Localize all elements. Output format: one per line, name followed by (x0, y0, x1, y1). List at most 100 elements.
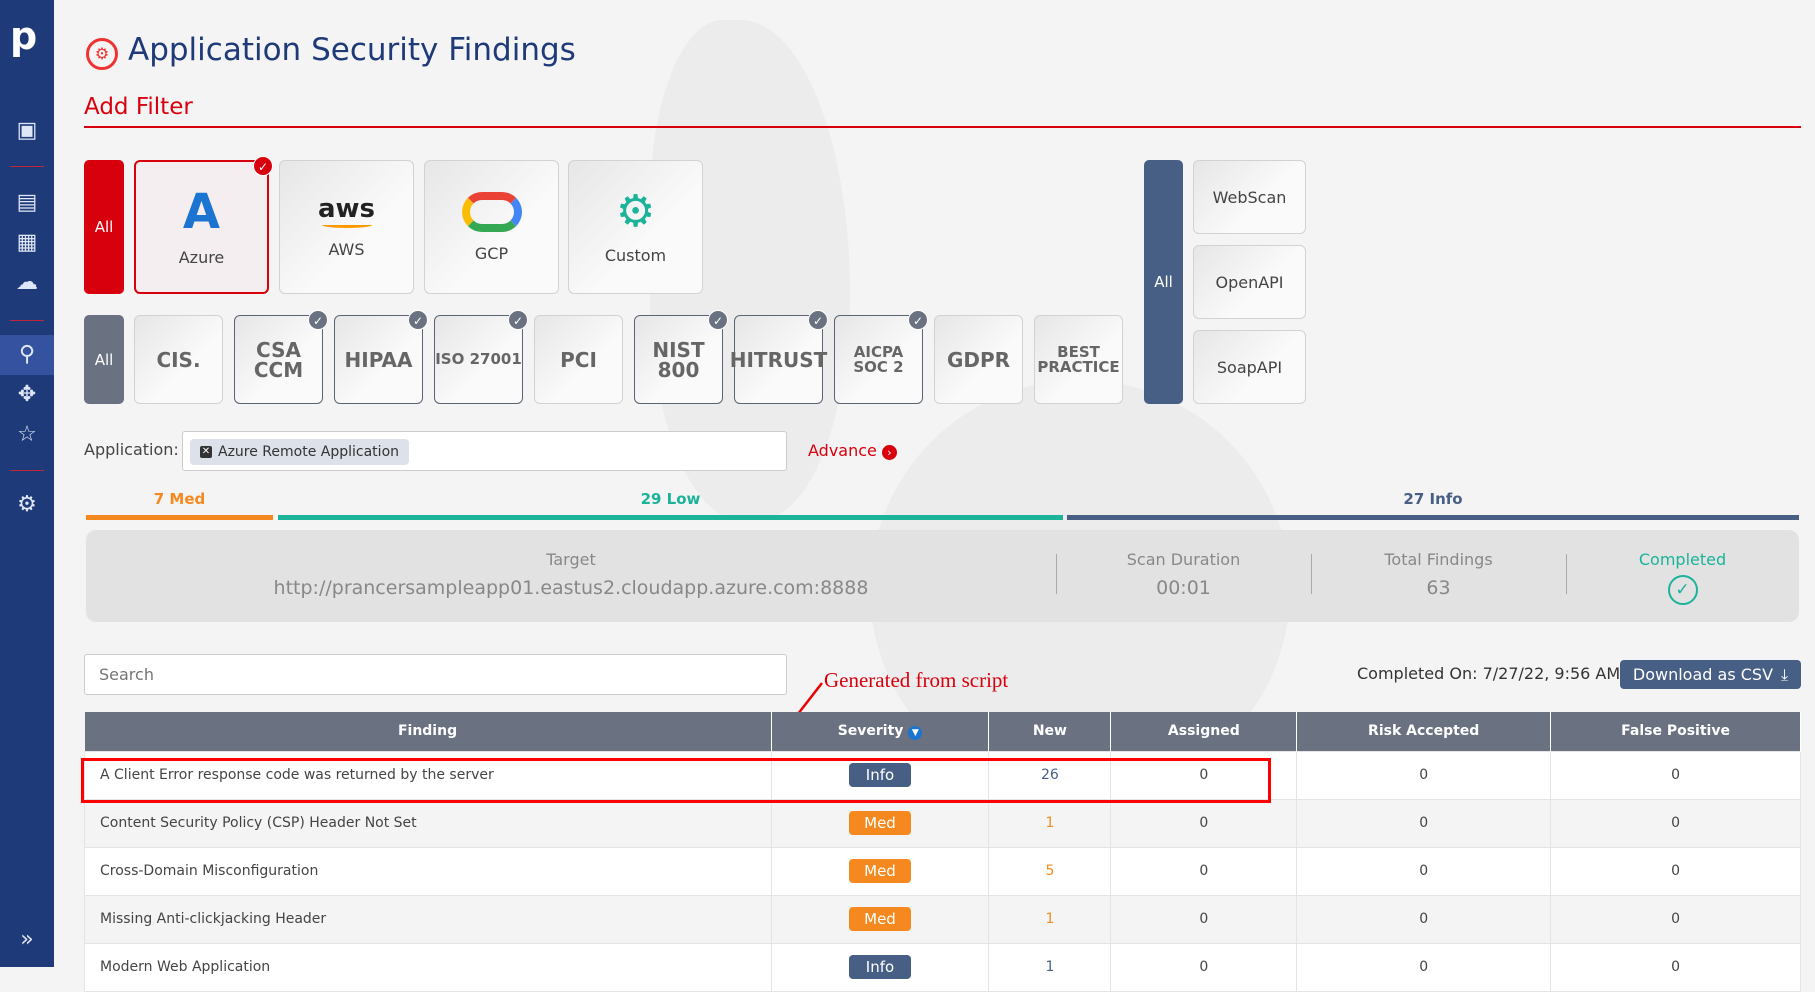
col-severity[interactable]: Severity ▼ (771, 712, 990, 751)
status-section: Completed ✓ (1566, 550, 1799, 605)
new-cell: 1 (988, 798, 1112, 848)
advance-link[interactable]: Advance › (808, 441, 897, 460)
total-findings-section: Total Findings 63 (1384, 550, 1493, 599)
chevron-right-icon: › (881, 445, 897, 460)
cloud-search-icon[interactable]: ☁ (12, 268, 42, 298)
cloud-aws-card[interactable]: aws AWS (279, 160, 414, 294)
target-url: http://prancersampleapp01.eastus2.clouda… (273, 577, 869, 599)
application-chip[interactable]: ✕ Azure Remote Application (190, 439, 410, 465)
col-assigned[interactable]: Assigned (1110, 712, 1298, 751)
remove-chip-icon[interactable]: ✕ (200, 446, 212, 458)
scan-type-all-button[interactable]: All (1144, 160, 1183, 404)
cloud-all-button[interactable]: All (84, 160, 124, 294)
new-cell: 1 (988, 942, 1112, 992)
duration-section: Scan Duration 00:01 (1126, 550, 1241, 599)
compliance-card[interactable]: ISO 27001 ✓ (434, 310, 528, 404)
scan-summary-panel: Target http://prancersampleapp01.eastus2.… (86, 530, 1799, 622)
scan-webscan-button[interactable]: WebScan (1193, 160, 1306, 234)
false-positive-cell: 0 (1550, 750, 1801, 800)
compliance-card[interactable]: HIPAA ✓ (334, 310, 428, 404)
risk-accepted-cell: 0 (1296, 894, 1552, 944)
assigned-cell: 0 (1110, 798, 1298, 848)
search-input[interactable] (84, 654, 787, 695)
finding-cell[interactable]: Missing Anti-clickjacking Header (84, 894, 772, 944)
col-new[interactable]: New (988, 712, 1112, 751)
false-positive-cell: 0 (1550, 846, 1801, 896)
compliance-card[interactable]: AICPA SOC 2 ✓ (834, 310, 928, 404)
add-filter-heading: Add Filter (84, 94, 193, 120)
compliance-all-button[interactable]: All (84, 315, 124, 404)
download-csv-button[interactable]: Download as CSV ⤓ (1620, 660, 1801, 689)
table-row[interactable]: Modern Web Application Info 1 0 0 0 (84, 942, 1801, 992)
monitor-dashboard-icon[interactable]: ▣ (12, 116, 42, 146)
cloud-azure-card[interactable]: A Azure ✓ (134, 156, 273, 294)
assigned-cell: 0 (1110, 942, 1298, 992)
compliance-card[interactable]: CSA CCM ✓ (234, 310, 328, 404)
compliance-logo: NIST 800 (652, 337, 705, 382)
compliance-logo: CSA CCM (253, 337, 304, 382)
compliance-logo: CIS. (156, 347, 201, 372)
cloud-custom-card[interactable]: ⚙ Custom (568, 160, 703, 294)
check-icon: ✓ (408, 310, 428, 330)
table-row[interactable]: Missing Anti-clickjacking Header Med 1 0… (84, 894, 1801, 944)
check-icon: ✓ (308, 310, 328, 330)
compliance-card[interactable]: HITRUST ✓ (730, 310, 828, 404)
new-cell: 1 (988, 894, 1112, 944)
card-label: Azure (178, 247, 225, 267)
risk-accepted-cell: 0 (1296, 942, 1552, 992)
severity-low-bar (278, 515, 1063, 520)
check-icon: ✓ (253, 156, 273, 176)
compliance-card[interactable]: BEST PRACTICE (1034, 315, 1123, 404)
compliance-card[interactable]: GDPR (934, 315, 1023, 404)
aws-logo-icon: aws (317, 193, 376, 224)
compliance-card[interactable]: CIS. (134, 315, 223, 404)
cloud-gcp-card[interactable]: GCP (424, 160, 559, 294)
severity-info-count: 27 Info (1403, 490, 1463, 508)
advance-label: Advance (808, 441, 877, 460)
annotation-text: Generated from script (824, 668, 1009, 692)
users-gear-icon[interactable]: ⚙ (12, 490, 42, 520)
expand-icon[interactable]: » (12, 925, 42, 955)
finding-cell[interactable]: Modern Web Application (84, 942, 772, 992)
finding-cell[interactable]: Cross-Domain Misconfiguration (84, 846, 772, 896)
check-icon: ✓ (508, 310, 528, 330)
page-title: Application Security Findings (128, 32, 576, 68)
scan-soapapi-button[interactable]: SoapAPI (1193, 330, 1306, 404)
security-search-icon[interactable]: ⚲ (12, 340, 42, 370)
compliance-logo: GDPR (946, 347, 1011, 372)
false-positive-cell: 0 (1550, 894, 1801, 944)
table-row[interactable]: Content Security Policy (CSP) Header Not… (84, 798, 1801, 848)
new-cell: 5 (988, 846, 1112, 896)
compliance-logo: BEST PRACTICE (1037, 342, 1120, 376)
compliance-card[interactable]: PCI (534, 315, 623, 404)
sort-chevron-icon: ▼ (908, 725, 923, 740)
finding-cell[interactable]: Content Security Policy (CSP) Header Not… (84, 798, 772, 848)
check-circle-icon: ✓ (1667, 575, 1698, 605)
star-grid-icon[interactable]: ☆ (12, 420, 42, 450)
check-icon: ✓ (708, 310, 728, 330)
logo: p (10, 14, 38, 58)
application-input[interactable]: ✕ Azure Remote Application (182, 431, 787, 471)
custom-gear-icon: ⚙ (615, 185, 656, 237)
severity-cell: Med (770, 894, 990, 944)
compliance-logo: ISO 27001 (435, 350, 522, 368)
compliance-logo: PCI (560, 347, 597, 372)
table-row[interactable]: Cross-Domain Misconfiguration Med 5 0 0 … (84, 846, 1801, 896)
chip-label: Azure Remote Application (218, 444, 400, 460)
scan-openapi-button[interactable]: OpenAPI (1193, 245, 1306, 319)
report-icon[interactable]: ▤ (12, 188, 42, 218)
col-risk-accepted[interactable]: Risk Accepted (1296, 712, 1552, 751)
severity-badge: Med (849, 907, 911, 931)
col-finding[interactable]: Finding (84, 712, 772, 751)
completed-on: Completed On: 7/27/22, 9:56 AM (1357, 664, 1621, 683)
compliance-logo: HIPAA (344, 347, 413, 372)
move-arrows-icon[interactable]: ✥ (12, 380, 42, 410)
severity-cell: Med (770, 798, 990, 848)
col-false-positive[interactable]: False Positive (1550, 712, 1801, 751)
card-label: GCP (474, 243, 509, 263)
security-findings-icon: ⚙ (86, 38, 118, 70)
risk-accepted-cell: 0 (1296, 750, 1552, 800)
settings-doc-icon[interactable]: ▦ (12, 228, 42, 258)
card-label: AWS (328, 239, 365, 259)
compliance-card[interactable]: NIST 800 ✓ (634, 310, 728, 404)
